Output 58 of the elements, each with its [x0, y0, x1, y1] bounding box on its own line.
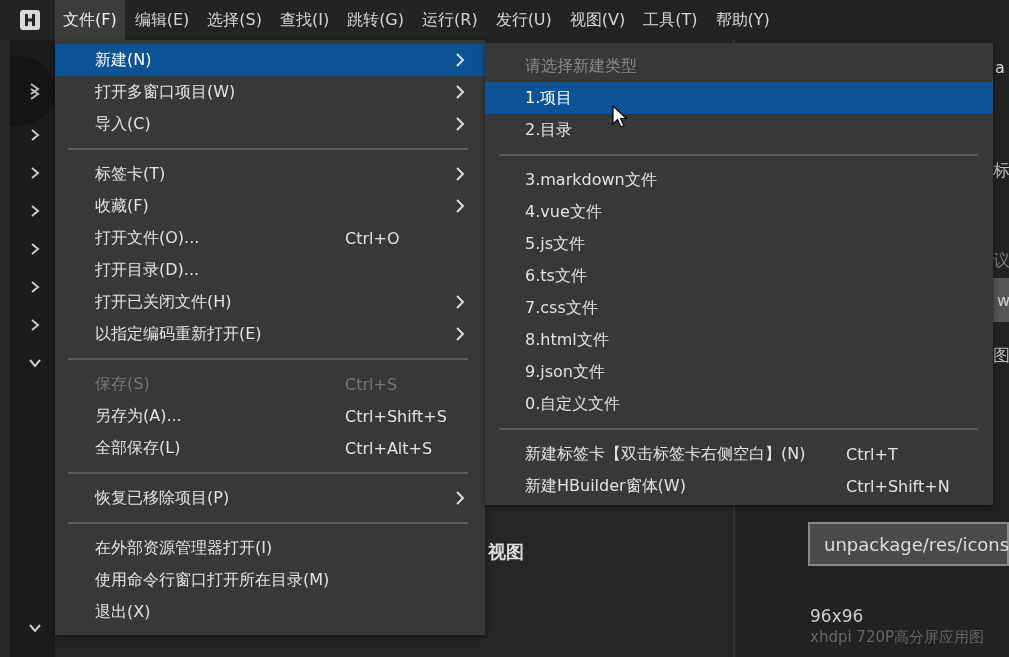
menu-bar-item[interactable]: 工具(T) [635, 0, 706, 40]
menu-item[interactable]: 以指定编码重新打开(E) [55, 318, 485, 350]
chevron-right-icon [455, 198, 465, 214]
chevron-right-icon [455, 116, 465, 132]
menu-item[interactable]: 打开目录(D)... [55, 254, 485, 286]
chevron-right-icon [455, 326, 465, 342]
cursor-icon [612, 105, 628, 129]
menu-bar-item[interactable]: 帮助(Y) [707, 0, 778, 40]
path-field[interactable]: unpackage/res/icons [808, 522, 1009, 566]
label-text: 议 [992, 249, 1009, 272]
menu-item[interactable]: 0.自定义文件 [485, 388, 993, 420]
menu-item[interactable]: 7.css文件 [485, 292, 993, 324]
menu-bar-item[interactable]: 运行(R) [414, 0, 486, 40]
menu-item[interactable]: 恢复已移除项目(P) [55, 482, 485, 514]
chevron-right-icon [455, 490, 465, 506]
menu-item[interactable]: 全部保存(L) Ctrl+Alt+S [55, 432, 485, 464]
menu-item[interactable]: 新建(N) [55, 44, 485, 76]
menu-item[interactable]: 新建HBuilder窗体(W) Ctrl+Shift+N [485, 470, 993, 502]
menu-item[interactable]: 6.ts文件 [485, 260, 993, 292]
chevron-right-icon [455, 84, 465, 100]
menu-item[interactable]: 1.项目 [485, 82, 993, 114]
label-text: 图 [992, 344, 1009, 367]
menu-bar-item[interactable]: 文件(F) [55, 0, 125, 40]
input-field[interactable]: w [993, 278, 1009, 322]
menu-bar-item[interactable]: 查找(I) [271, 0, 338, 40]
menu-item[interactable]: 导入(C) [55, 108, 485, 140]
menu-item[interactable]: 5.js文件 [485, 228, 993, 260]
menu-item[interactable]: 另存为(A)... Ctrl+Shift+S [55, 400, 485, 432]
submenu-header: 请选择新建类型 [524, 54, 638, 77]
menu-item[interactable]: 8.html文件 [485, 324, 993, 356]
icon-size-label: 96x96 [809, 606, 865, 626]
menu-item[interactable]: 打开已关闭文件(H) [55, 286, 485, 318]
menu-item[interactable]: 标签卡(T) [55, 158, 485, 190]
chevron-right-icon [455, 294, 465, 310]
menu-bar-item[interactable]: 编辑(E) [126, 0, 198, 40]
menu-item[interactable]: 收藏(F) [55, 190, 485, 222]
label-text: 标 [992, 159, 1009, 182]
label-text: a [994, 58, 1006, 77]
menu-item[interactable]: 打开多窗口项目(W) [55, 76, 485, 108]
chevron-right-icon [455, 52, 465, 68]
menu-item[interactable]: 退出(X) [55, 596, 485, 628]
section-heading: 视图 [488, 541, 524, 562]
menu-item[interactable]: 新建标签卡【双击标签卡右侧空白】(N) Ctrl+T [485, 438, 993, 470]
menu-item[interactable]: 9.json文件 [485, 356, 993, 388]
menu-bar-item[interactable]: 跳转(G) [339, 0, 412, 40]
menu-item[interactable]: 3.markdown文件 [485, 164, 993, 196]
menu-bar-item[interactable]: 视图(V) [561, 0, 634, 40]
double-chevron-icon[interactable] [28, 82, 42, 100]
menu-bar-item[interactable]: 发行(U) [487, 0, 560, 40]
menu-item[interactable]: 在外部资源管理器打开(I) [55, 532, 485, 564]
icon-size-note: xhdpi 720P高分屏应用图 [809, 628, 986, 647]
logo-icon [20, 10, 40, 30]
menu-item[interactable]: 使用命令行窗口打开所在目录(M) [55, 564, 485, 596]
menu-item[interactable]: 2.目录 [485, 114, 993, 146]
menu-bar-item[interactable]: 选择(S) [199, 0, 270, 40]
chevron-right-icon [455, 166, 465, 182]
menu-item[interactable]: 打开文件(O)... Ctrl+O [55, 222, 485, 254]
menu-item[interactable]: 4.vue文件 [485, 196, 993, 228]
